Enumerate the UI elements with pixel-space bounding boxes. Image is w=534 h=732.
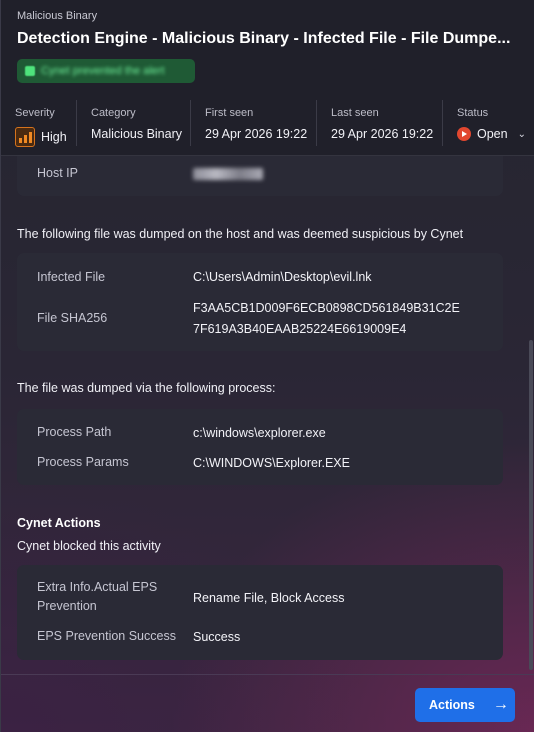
last-seen-field: Last seen 29 Apr 2026 19:22 (317, 100, 443, 146)
process-path-value[interactable]: c:\windows\explorer.exe (193, 426, 326, 440)
host-ip-label: Host IP (37, 166, 78, 180)
severity-value-row: High (15, 127, 76, 147)
first-seen-field: First seen 29 Apr 2026 19:22 (191, 100, 317, 146)
sha256-value-line1[interactable]: F3AA5CB1D009F6ECB0898CD561849B31C2E (193, 301, 460, 315)
chevron-down-icon[interactable]: ⌄ (518, 129, 526, 140)
sha256-label: File SHA256 (37, 311, 108, 325)
eps-success-value: Success (193, 630, 241, 644)
host-ip-value (193, 168, 263, 183)
page-title: Detection Engine - Malicious Binary - In… (17, 30, 511, 47)
infected-file-label: Infected File (37, 270, 106, 284)
content-scrollbar[interactable] (529, 340, 533, 670)
actions-button-label: Actions (429, 698, 475, 712)
infected-file-value[interactable]: C:\Users\Admin\Desktop\evil.lnk (193, 270, 372, 284)
process-card: Process Path c:\windows\explorer.exe Pro… (17, 409, 503, 485)
status-field[interactable]: Status Open ⌄ (443, 100, 534, 146)
process-params-label: Process Params (37, 455, 129, 469)
first-seen-label: First seen (205, 107, 254, 119)
alert-details-panel: Host IP The following file was dumped on… (0, 0, 534, 732)
file-card: Infected File C:\Users\Admin\Desktop\evi… (17, 253, 503, 351)
file-section-intro: The following file was dumped on the hos… (17, 227, 464, 241)
shield-icon (25, 66, 35, 76)
redacted-ip (193, 168, 263, 180)
cynet-actions-card: Extra Info.Actual EPS Prevention Rename … (17, 565, 503, 660)
severity-bars-icon (15, 127, 35, 147)
last-seen-value: 29 Apr 2026 19:22 (331, 127, 434, 141)
category-field: Category Malicious Binary (77, 100, 191, 146)
cynet-actions-summary: Cynet blocked this activity (17, 539, 161, 553)
status-open-icon (457, 127, 471, 141)
process-path-label: Process Path (37, 425, 112, 439)
category-value: Malicious Binary (91, 127, 183, 141)
cynet-actions-heading: Cynet Actions (17, 516, 101, 530)
panel-footer: Actions → (1, 674, 534, 732)
severity-label: Severity (15, 107, 55, 119)
extra-info-label-line1: Extra Info.Actual EPS (37, 580, 158, 594)
category-label: Category (91, 107, 136, 119)
severity-field: Severity High (1, 100, 77, 147)
prevention-badge-text: Cynet prevented the alert (41, 65, 165, 77)
process-params-value[interactable]: C:\WINDOWS\Explorer.EXE (193, 456, 350, 470)
status-value: Open (477, 127, 508, 141)
actions-button[interactable]: Actions → (415, 688, 515, 722)
breadcrumb[interactable]: Malicious Binary (17, 10, 97, 22)
prevention-badge: Cynet prevented the alert (17, 59, 195, 83)
severity-value: High (41, 130, 67, 144)
status-label: Status (457, 107, 489, 119)
eps-success-label: EPS Prevention Success (37, 629, 176, 643)
extra-info-label-line2: Prevention (37, 599, 97, 613)
first-seen-value: 29 Apr 2026 19:22 (205, 127, 308, 141)
extra-info-value: Rename File, Block Access (193, 591, 345, 605)
sha256-value-line2[interactable]: 7F619A3B40EAAB25224E6619009E4 (193, 322, 406, 336)
process-section-intro: The file was dumped via the following pr… (17, 381, 276, 395)
alert-header: Malicious Binary Detection Engine - Mali… (1, 0, 534, 156)
alert-meta-bar: Severity High Category Malicious Binary … (1, 100, 534, 147)
last-seen-label: Last seen (331, 107, 379, 119)
arrow-right-icon: → (492, 696, 509, 713)
status-dropdown[interactable]: Open ⌄ (457, 127, 534, 141)
